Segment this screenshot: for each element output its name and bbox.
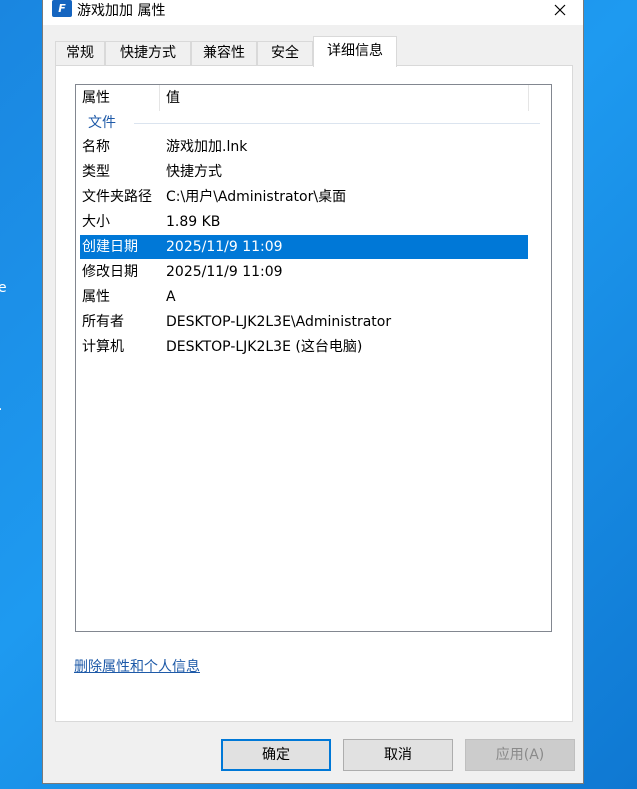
close-icon — [554, 4, 566, 16]
column-header-value[interactable]: 值 — [160, 85, 529, 111]
tab-details[interactable]: 详细信息 — [313, 36, 397, 67]
property-value: C:\用户\Administrator\桌面 — [166, 189, 347, 205]
window-title: 游戏加加 属性 — [77, 3, 166, 19]
remove-properties-link[interactable]: 删除属性和个人信息 — [74, 656, 200, 676]
list-item[interactable]: 文件夹路径 C:\用户\Administrator\桌面 — [80, 185, 528, 209]
details-panel: 属性 值 文件 名称 游戏加加.lnk 类型 快捷方式 文件夹路径 C:\用户\… — [55, 65, 573, 722]
group-header-file: 文件 — [88, 115, 116, 131]
cancel-button[interactable]: 取消 — [343, 739, 453, 771]
list-item[interactable]: 计算机 DESKTOP-LJK2L3E (这台电脑) — [80, 335, 528, 359]
list-item[interactable]: 大小 1.89 KB — [80, 210, 528, 234]
property-value: DESKTOP-LJK2L3E (这台电脑) — [166, 339, 363, 355]
property-name: 文件夹路径 — [82, 189, 152, 205]
group-divider — [134, 123, 540, 124]
desktop-text-fragment: . — [0, 398, 2, 414]
ok-button[interactable]: 确定 — [221, 739, 331, 771]
property-value: DESKTOP-LJK2L3E\Administrator — [166, 314, 392, 330]
list-item[interactable]: 名称 游戏加加.lnk — [80, 135, 528, 159]
tab-security[interactable]: 安全 — [257, 41, 313, 65]
app-logo-icon: F — [52, 0, 72, 17]
property-name: 属性 — [82, 289, 110, 305]
title-bar[interactable]: F 游戏加加 属性 — [43, 0, 583, 25]
close-button[interactable] — [537, 0, 583, 25]
property-value: A — [166, 289, 176, 305]
details-listview[interactable]: 属性 值 文件 名称 游戏加加.lnk 类型 快捷方式 文件夹路径 C:\用户\… — [75, 84, 552, 632]
property-name: 大小 — [82, 214, 110, 230]
property-value: 快捷方式 — [166, 164, 222, 180]
properties-dialog: F 游戏加加 属性 常规 快捷方式 兼容性 安全 详细信息 属性 值 文件 名称… — [42, 0, 584, 784]
tab-shortcut[interactable]: 快捷方式 — [105, 41, 191, 65]
property-value: 游戏加加.lnk — [166, 139, 248, 155]
property-value: 2025/11/9 11:09 — [166, 239, 283, 255]
list-item[interactable]: 类型 快捷方式 — [80, 160, 528, 184]
listview-header: 属性 值 — [76, 85, 551, 111]
list-item-selected[interactable]: 创建日期 2025/11/9 11:09 — [80, 235, 528, 259]
property-value: 1.89 KB — [166, 214, 221, 230]
column-header-property[interactable]: 属性 — [76, 85, 160, 111]
list-item[interactable]: 修改日期 2025/11/9 11:09 — [80, 260, 528, 284]
property-name: 修改日期 — [82, 264, 138, 280]
desktop-text-fragment: e — [0, 280, 7, 296]
list-item[interactable]: 所有者 DESKTOP-LJK2L3E\Administrator — [80, 310, 528, 334]
property-name: 所有者 — [82, 314, 124, 330]
tab-compatibility[interactable]: 兼容性 — [191, 41, 257, 65]
property-name: 名称 — [82, 139, 110, 155]
property-name: 计算机 — [82, 339, 124, 355]
apply-button[interactable]: 应用(A) — [465, 739, 575, 771]
property-name: 创建日期 — [82, 239, 138, 255]
property-value: 2025/11/9 11:09 — [166, 264, 283, 280]
tab-general[interactable]: 常规 — [55, 41, 105, 65]
property-name: 类型 — [82, 164, 110, 180]
list-item[interactable]: 属性 A — [80, 285, 528, 309]
